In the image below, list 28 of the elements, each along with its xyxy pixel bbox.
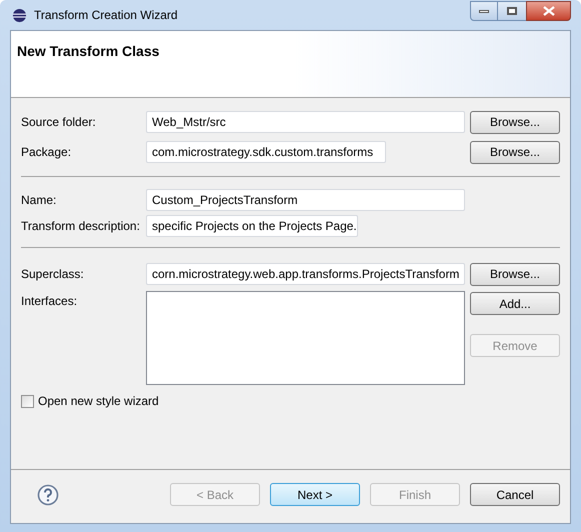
text-field[interactable]: corn.microstrategy.web.app.transforms.ProjectsTransform (146, 263, 465, 285)
page-title: New Transform Class (17, 43, 160, 59)
help-icon[interactable] (37, 484, 59, 506)
close-button[interactable] (526, 1, 571, 21)
dialog-button[interactable]: Browse... (470, 262, 560, 286)
maximize-button[interactable] (498, 1, 526, 21)
dialog-button[interactable]: Cancel (470, 483, 560, 506)
window-title: Transform Creation Wizard (34, 7, 178, 24)
text-field[interactable]: specific Projects on the Projects Page. (146, 215, 358, 237)
close-icon (542, 6, 554, 16)
checkbox[interactable] (21, 394, 34, 408)
field-label: Name: (21, 192, 58, 209)
field-label: Interfaces: (21, 293, 78, 310)
checkbox-label: Open new style wizard (38, 393, 159, 410)
field-label: Superclass: (21, 266, 85, 283)
text-field[interactable]: Web_Mstr/src (146, 111, 465, 133)
text-field[interactable]: Custom_ProjectsTransform (146, 189, 465, 211)
minimize-button[interactable] (470, 1, 498, 21)
dialog-button[interactable]: Add... (470, 292, 560, 315)
app-icon (12, 8, 27, 22)
field-label: Transform description: (21, 218, 141, 235)
next-button[interactable]: Next > (270, 483, 360, 506)
field-label: Source folder: (21, 114, 97, 131)
dialog-button[interactable]: Browse... (470, 140, 560, 164)
interfaces-list[interactable] (146, 291, 465, 385)
dialog-button[interactable]: Browse... (470, 110, 560, 134)
field-label: Package: (21, 144, 72, 161)
text-field[interactable]: com.microstrategy.sdk.custom.transforms (146, 141, 386, 163)
